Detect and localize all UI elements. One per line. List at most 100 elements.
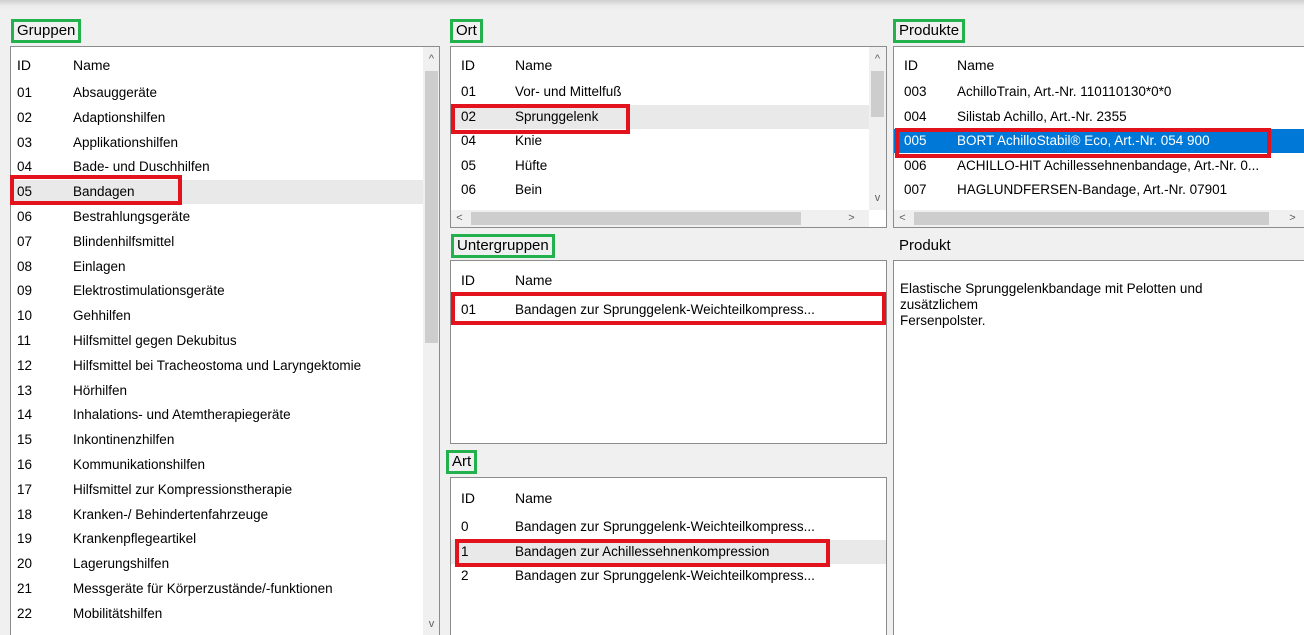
produkte-row[interactable]: 007 HAGLUNDFERSEN-Bandage, Art.-Nr. 07901 (894, 178, 1304, 202)
art-col-name[interactable]: Name (515, 486, 552, 510)
ort-row[interactable]: 01 Vor- und Mittelfuß (451, 80, 869, 104)
gruppen-row-id: 12 (17, 357, 33, 373)
gruppen-row[interactable]: 06 Bestrahlungsgeräte (11, 205, 423, 229)
scroll-left-icon[interactable]: < (894, 210, 911, 227)
gruppen-row-id: 22 (17, 605, 33, 621)
ort-col-id[interactable]: ID (461, 53, 475, 77)
window-top-shadow (0, 0, 1304, 12)
ort-list[interactable]: ID Name 01 Vor- und Mittelfuß 02 Sprunggele… (450, 46, 887, 228)
produkte-row-id: 003 (904, 84, 927, 99)
gruppen-row[interactable]: 14 Inhalations- und Atemtherapiegeräte (11, 403, 423, 427)
untergruppen-title: Untergruppen (457, 237, 549, 254)
gruppen-col-id[interactable]: ID (17, 53, 31, 77)
gruppen-row-name: Inkontinenzhilfen (73, 432, 175, 448)
art-row[interactable]: 0 Bandagen zur Sprunggelenk-Weichteilkomp… (451, 515, 886, 539)
gruppen-row[interactable]: 03 Applikationshilfen (11, 131, 423, 155)
art-row-name: Bandagen zur Sprunggelenk-Weichteilkompr… (515, 568, 815, 583)
gruppen-col-name[interactable]: Name (73, 53, 110, 77)
gruppen-row[interactable]: 12 Hilfsmittel bei Tracheostoma und Laryn… (11, 354, 423, 378)
scrollbar-thumb[interactable] (425, 71, 438, 343)
gruppen-row-id: 15 (17, 432, 33, 448)
gruppen-row-name: Bestrahlungsgeräte (73, 209, 191, 224)
art-header: Art (446, 450, 478, 474)
annotation-red-box-produkt-005 (895, 128, 1271, 158)
gruppen-row[interactable]: 16 Kommunikationshilfen (11, 453, 423, 477)
produkte-col-name[interactable]: Name (957, 53, 994, 77)
gruppen-row[interactable]: 15 Inkontinenzhilfen (11, 428, 423, 452)
gruppen-title: Gruppen (17, 22, 76, 39)
scroll-left-icon[interactable]: < (451, 210, 468, 227)
scroll-down-icon[interactable]: v (423, 616, 439, 633)
scroll-right-icon[interactable]: > (843, 210, 860, 227)
gruppen-row[interactable]: 13 Hörhilfen (11, 379, 423, 403)
produkte-row[interactable]: 004 Silistab Achillo, Art.-Nr. 2355 (894, 105, 1304, 129)
untergruppen-col-name[interactable]: Name (515, 268, 552, 292)
gruppen-row-name: Einlagen (73, 258, 126, 274)
gruppen-row[interactable]: 07 Blindenhilfsmittel (11, 230, 423, 254)
gruppen-row-id: 17 (17, 481, 33, 497)
art-row-id: 2 (461, 568, 469, 583)
gruppen-row[interactable]: 10 Gehhilfen (11, 304, 423, 328)
produkte-title: Produkte (899, 22, 960, 39)
ort-row[interactable]: 05 Hüfte (451, 154, 869, 178)
gruppen-row[interactable]: 09 Elektrostimulationsgeräte (11, 279, 423, 303)
gruppen-row-name: Hilfsmittel bei Tracheostoma und Larynge… (73, 357, 362, 373)
gruppen-row-id: 16 (17, 457, 33, 472)
gruppen-row[interactable]: 11 Hilfsmittel gegen Dekubitus (11, 329, 423, 353)
gruppen-row-id: 03 (17, 134, 33, 150)
untergruppen-col-id[interactable]: ID (461, 268, 475, 292)
ort-row-id: 05 (461, 157, 477, 173)
art-row[interactable]: 2 Bandagen zur Sprunggelenk-Weichteilkomp… (451, 564, 886, 588)
scrollbar-thumb[interactable] (871, 71, 884, 117)
ort-title: Ort (456, 22, 477, 39)
scrollbar-thumb[interactable] (914, 212, 1269, 225)
produkte-row-id: 007 (904, 182, 927, 197)
scroll-right-icon[interactable]: > (1284, 210, 1301, 227)
produkt-description-box[interactable]: Elastische Sprunggelenkbandage mit Pelot… (893, 260, 1304, 635)
gruppen-row-id: 06 (17, 209, 33, 224)
ort-row[interactable]: 06 Bein (451, 178, 869, 202)
gruppen-row-id: 07 (17, 233, 33, 249)
gruppen-row-name: Hilfsmittel zur Kompressionstherapie (73, 481, 293, 497)
produkte-col-id[interactable]: ID (904, 53, 918, 77)
gruppen-row[interactable]: 20 Lagerungshilfen (11, 552, 423, 576)
scroll-up-icon[interactable]: ^ (869, 51, 886, 68)
ort-vertical-scrollbar[interactable]: ^ v (869, 47, 886, 210)
gruppen-row-name: Hilfsmittel gegen Dekubitus (73, 333, 237, 348)
scroll-down-icon[interactable]: v (869, 190, 886, 207)
art-column-header: ID Name (451, 486, 886, 510)
gruppen-row-name: Messgeräte für Körperzustände/-funktione… (73, 581, 333, 596)
gruppen-row-id: 19 (17, 531, 33, 547)
produkte-row[interactable]: 003 AchilloTrain, Art.-Nr. 110110130*0*0 (894, 80, 1304, 104)
untergruppen-list[interactable]: ID Name 01 Bandagen zur Sprunggelenk-Weic… (450, 260, 887, 444)
gruppen-row-id: 02 (17, 109, 33, 125)
produkte-horizontal-scrollbar[interactable]: < > (894, 210, 1304, 227)
gruppen-row-name: Inhalations- und Atemtherapiegeräte (73, 407, 291, 423)
gruppen-vertical-scrollbar[interactable]: ^ v (423, 47, 439, 635)
produkte-row-name: HAGLUNDFERSEN-Bandage, Art.-Nr. 07901 (957, 182, 1228, 197)
gruppen-row[interactable]: 17 Hilfsmittel zur Kompressionstherapie (11, 478, 423, 502)
gruppen-row[interactable]: 02 Adaptionshilfen (11, 106, 423, 130)
art-row-name: Bandagen zur Sprunggelenk-Weichteilkompr… (515, 519, 815, 534)
produkt-title: Produkt (899, 237, 951, 254)
gruppen-header: Gruppen (11, 19, 82, 43)
gruppen-row-id: 09 (17, 283, 33, 299)
produkte-column-header: ID Name (894, 53, 1304, 77)
gruppen-list[interactable]: ID Name 01 Absauggeräte 02 Adaptionshilfen 0… (10, 46, 440, 635)
gruppen-row[interactable]: 21 Messgeräte für Körperzustände/-funktio… (11, 577, 423, 601)
art-col-id[interactable]: ID (461, 486, 475, 510)
gruppen-row-id: 18 (17, 506, 33, 522)
gruppen-row-name: Gehhilfen (73, 308, 131, 324)
scroll-up-icon[interactable]: ^ (423, 51, 439, 68)
gruppen-row[interactable]: 18 Kranken-/ Behindertenfahrzeuge (11, 503, 423, 527)
gruppen-row[interactable]: 19 Krankenpflegeartikel (11, 527, 423, 551)
ort-col-name[interactable]: Name (515, 53, 552, 77)
ort-header: Ort (450, 19, 483, 43)
gruppen-row-name: Kranken-/ Behindertenfahrzeuge (73, 506, 269, 522)
gruppen-row-name: Applikationshilfen (73, 134, 179, 150)
scrollbar-thumb[interactable] (471, 212, 801, 225)
gruppen-row[interactable]: 01 Absauggeräte (11, 81, 423, 105)
gruppen-row[interactable]: 22 Mobilitätshilfen (11, 602, 423, 626)
ort-horizontal-scrollbar[interactable]: < > (451, 210, 869, 227)
gruppen-row[interactable]: 08 Einlagen (11, 255, 423, 279)
